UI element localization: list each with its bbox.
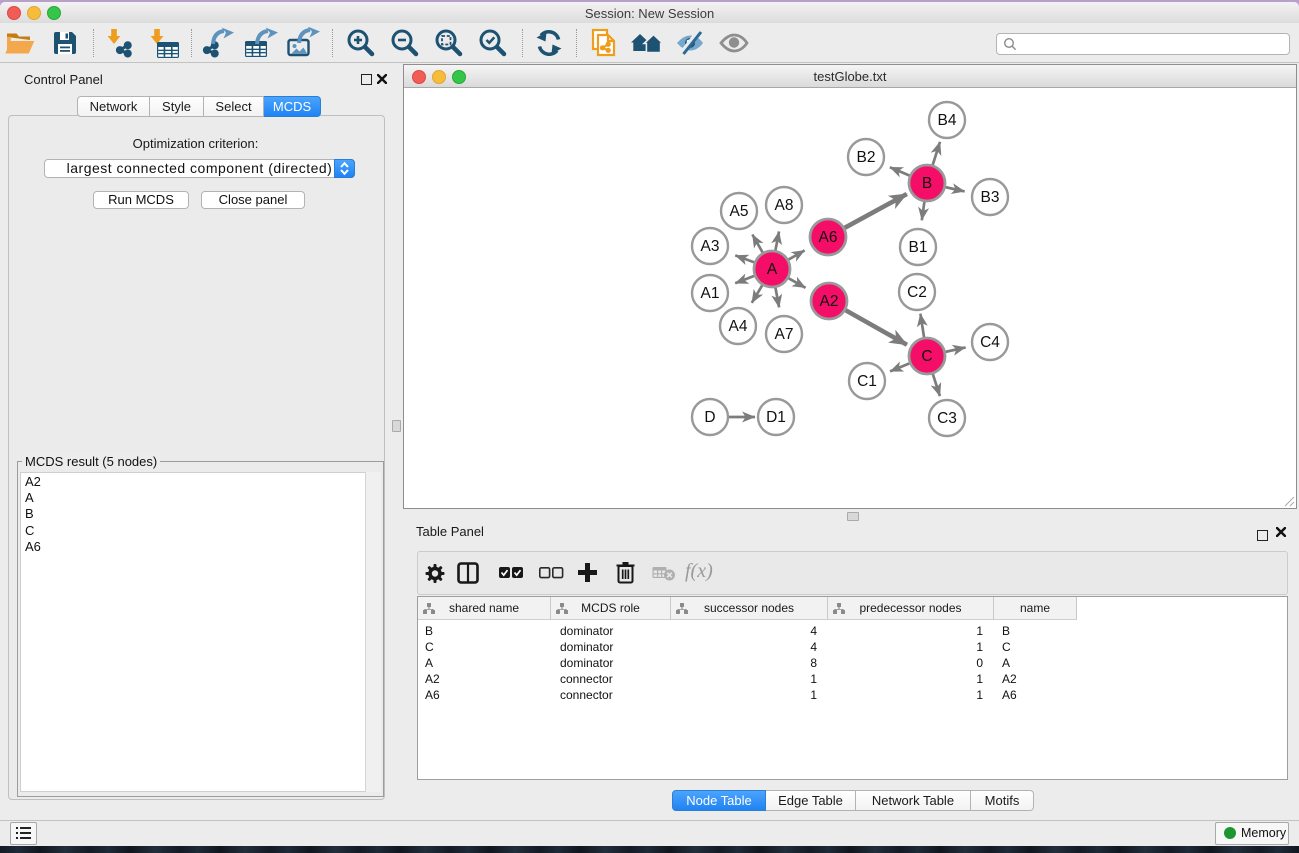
- svg-text:A6: A6: [819, 229, 838, 246]
- svg-text:A5: A5: [730, 203, 749, 220]
- svg-text:B4: B4: [938, 112, 957, 129]
- svg-text:A8: A8: [775, 197, 794, 214]
- svg-text:A7: A7: [775, 326, 794, 343]
- svg-text:A1: A1: [701, 285, 720, 302]
- svg-text:D: D: [704, 409, 715, 426]
- svg-text:B2: B2: [857, 149, 876, 166]
- svg-text:D1: D1: [766, 409, 786, 426]
- svg-text:A2: A2: [820, 293, 839, 310]
- svg-text:B3: B3: [981, 189, 1000, 206]
- svg-text:C: C: [921, 348, 932, 365]
- svg-text:A: A: [767, 261, 778, 278]
- svg-text:A4: A4: [729, 318, 748, 335]
- svg-text:C2: C2: [907, 284, 927, 301]
- svg-text:A3: A3: [701, 238, 720, 255]
- svg-text:C1: C1: [857, 373, 877, 390]
- svg-text:C4: C4: [980, 334, 1000, 351]
- svg-text:B1: B1: [909, 239, 928, 256]
- svg-text:C3: C3: [937, 410, 957, 427]
- svg-text:B: B: [922, 175, 932, 192]
